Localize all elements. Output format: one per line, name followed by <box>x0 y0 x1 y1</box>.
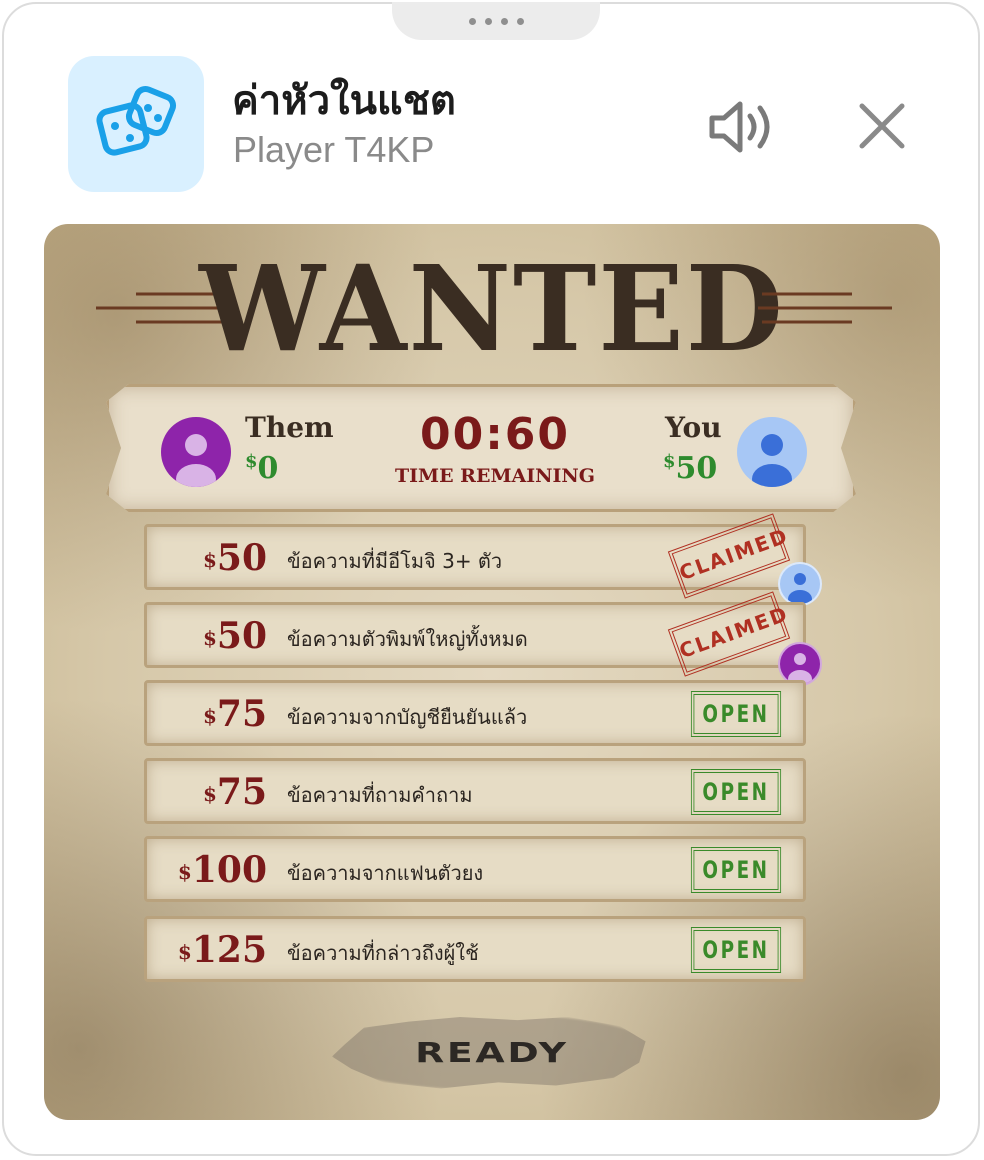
open-stamp: OPEN <box>690 927 782 973</box>
claimed-stamp: CLAIMED <box>667 591 792 677</box>
open-stamp: OPEN <box>690 847 782 893</box>
app-title: ค่าหัวในแชต <box>232 78 456 124</box>
bounty-amount: $75 <box>202 771 267 813</box>
speaker-icon[interactable] <box>706 100 776 154</box>
drag-handle[interactable] <box>392 2 600 40</box>
bounty-description: ข้อความตัวพิมพ์ใหญ่ทั้งหมด <box>287 627 528 651</box>
open-stamp: OPEN <box>690 691 782 737</box>
dice-icon <box>68 56 204 192</box>
claimed-stamp: CLAIMED <box>667 513 792 599</box>
bounty-row[interactable]: $75 ข้อความจากบัญชียืนยันแล้ว OPEN <box>144 680 806 746</box>
bounty-description: ข้อความที่ถามคำถาม <box>287 783 473 807</box>
them-avatar <box>161 417 231 487</box>
bounty-amount: $125 <box>177 929 267 971</box>
bounty-row[interactable]: $50 ข้อความที่มีอีโมจิ 3+ ตัว CLAIMED <box>144 513 806 599</box>
countdown-timer: 00:60 <box>419 409 571 460</box>
you-avatar <box>737 417 807 487</box>
you-claim-avatar <box>778 562 822 606</box>
bounty-row[interactable]: $75 ข้อความที่ถามคำถาม OPEN <box>144 758 806 824</box>
ready-button[interactable]: READY <box>332 1014 652 1090</box>
bounty-amount: $75 <box>202 693 267 735</box>
wanted-poster: WANTED Them $0 00:60 TIME REMAINING You … <box>44 224 940 1120</box>
timer-label: TIME REMAINING <box>395 465 595 487</box>
you-label: You <box>665 411 722 444</box>
them-score: $0 <box>245 451 279 486</box>
them-label: Them <box>245 411 334 444</box>
you-score: $50 <box>663 451 718 486</box>
bounty-description: ข้อความที่กล่าวถึงผู้ใช้ <box>287 941 479 965</box>
bounty-description: ข้อความที่มีอีโมจิ 3+ ตัว <box>287 549 503 573</box>
bounty-description: ข้อความจากแฟนตัวยง <box>287 861 484 885</box>
bounty-row[interactable]: $50 ข้อความตัวพิมพ์ใหญ่ทั้งหมด CLAIMED <box>144 591 806 677</box>
bounty-amount: $50 <box>202 537 267 579</box>
scoreboard: Them $0 00:60 TIME REMAINING You $50 <box>106 384 856 512</box>
player-name: Player T4KP <box>233 129 435 170</box>
bounty-amount: $50 <box>202 615 267 657</box>
bounty-row[interactable]: $100 ข้อความจากแฟนตัวยง OPEN <box>144 836 806 902</box>
bounty-amount: $100 <box>177 849 267 891</box>
ready-label: READY <box>415 1035 569 1069</box>
decorative-lines <box>758 292 892 324</box>
bounty-description: ข้อความจากบัญชียืนยันแล้ว <box>287 705 528 729</box>
bounty-row[interactable]: $125 ข้อความที่กล่าวถึงผู้ใช้ OPEN <box>144 916 806 982</box>
close-icon[interactable] <box>856 100 908 152</box>
open-stamp: OPEN <box>690 769 782 815</box>
